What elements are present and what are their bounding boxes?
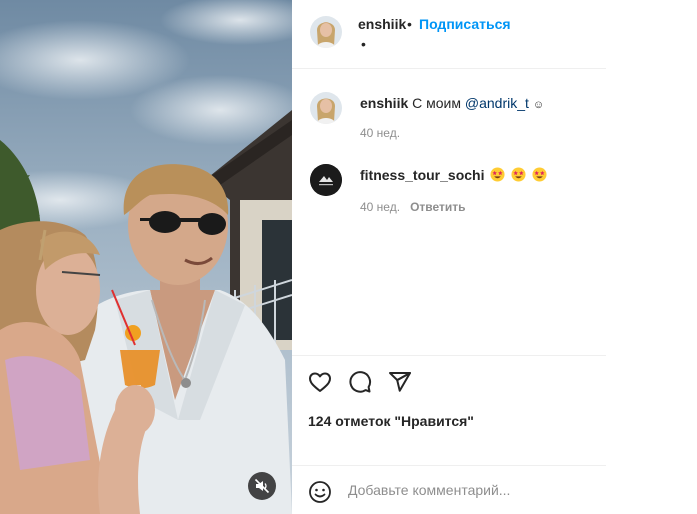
header-separator-dot: •: [407, 16, 412, 32]
add-comment-form: [308, 480, 598, 504]
author-avatar[interactable]: [310, 16, 342, 48]
caption-username[interactable]: enshiik: [360, 95, 408, 111]
share-button[interactable]: [388, 370, 412, 394]
speaker-muted-icon: [254, 478, 270, 494]
star-struck-emoji-icon: [532, 167, 547, 182]
share-icon: [389, 372, 411, 392]
comment-icon: [349, 371, 372, 393]
divider: [292, 355, 606, 356]
caption-mention-link[interactable]: @andrik_t: [465, 95, 529, 111]
like-button[interactable]: [308, 370, 332, 394]
comment-timestamp[interactable]: 40 нед.: [360, 200, 400, 214]
caption-emoji: ☺: [532, 99, 545, 111]
header-sub-dot: •: [361, 36, 366, 52]
post-details-panel: enshiik • Подписаться • enshiik С моим @…: [292, 0, 606, 514]
mute-toggle-button[interactable]: [248, 472, 276, 500]
author-username[interactable]: enshiik: [358, 16, 406, 32]
star-struck-emoji-icon: [511, 167, 526, 182]
reply-button[interactable]: Ответить: [410, 200, 465, 214]
comment-input[interactable]: [348, 482, 588, 498]
comment-username[interactable]: fitness_tour_sochi: [360, 167, 484, 183]
comment-item: fitness_tour_sochi: [360, 166, 547, 184]
caption-timestamp[interactable]: 40 нед.: [360, 126, 400, 140]
caption-avatar[interactable]: [310, 92, 342, 124]
divider: [292, 465, 606, 466]
post-actions: [308, 370, 412, 394]
follow-button[interactable]: Подписаться: [419, 16, 511, 32]
commenter-avatar[interactable]: [310, 164, 342, 196]
post-photo: [0, 0, 292, 514]
post-header: enshiik • Подписаться •: [292, 0, 606, 69]
heart-icon: [309, 372, 331, 392]
likes-count[interactable]: 124 отметок "Нравится": [308, 413, 474, 429]
emoji-picker-button[interactable]: [308, 480, 332, 504]
smiley-icon: [309, 481, 331, 503]
page-background: [606, 0, 697, 514]
post-caption: enshiik С моим @andrik_t ☺: [360, 94, 596, 114]
star-struck-emoji-icon: [490, 167, 505, 182]
post-media[interactable]: [0, 0, 292, 514]
comment-emojis: [488, 167, 547, 183]
comment-meta: 40 нед. Ответить: [360, 200, 466, 214]
caption-text: С моим: [412, 95, 461, 111]
comment-button[interactable]: [348, 370, 372, 394]
